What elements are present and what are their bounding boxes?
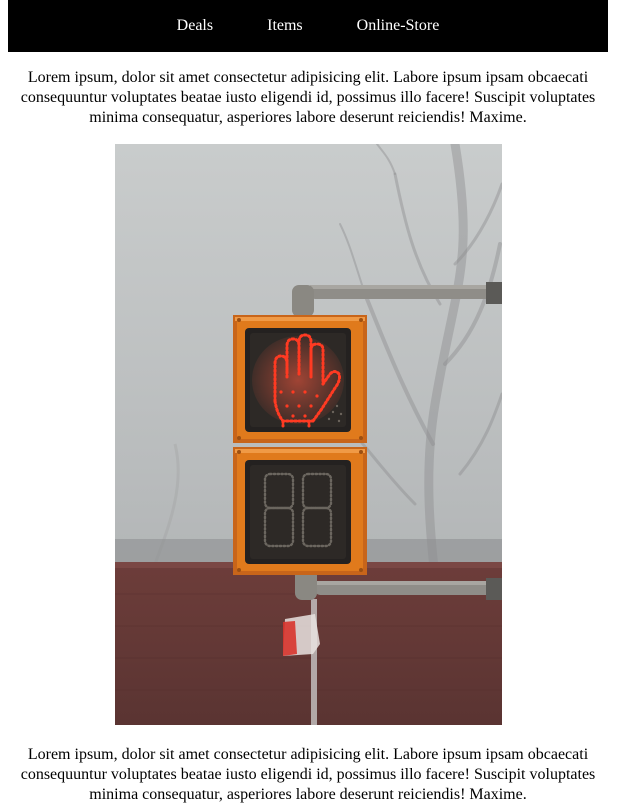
second-paragraph: Lorem ipsum, dolor sit amet consectetur … (20, 746, 596, 803)
top-navbar: Deals Items Online-Store (8, 0, 608, 52)
nav-link-deals[interactable]: Deals (177, 0, 213, 52)
nav-link-online-store[interactable]: Online-Store (357, 0, 440, 52)
intro-paragraph: Lorem ipsum, dolor sit amet consectetur … (20, 69, 596, 126)
pedestrian-signal-photo (115, 144, 502, 725)
nav-link-items[interactable]: Items (267, 0, 303, 52)
